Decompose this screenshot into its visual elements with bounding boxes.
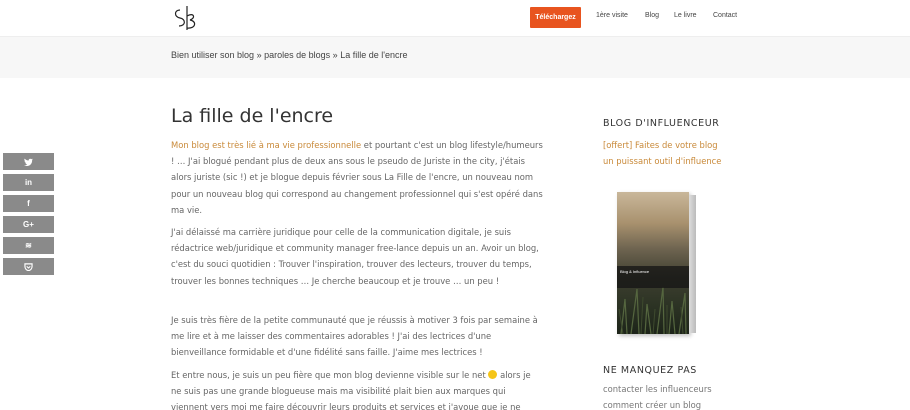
site-logo[interactable] — [170, 2, 204, 34]
sidebar-link[interactable]: comment créer un blog — [603, 400, 701, 410]
sidebar-heading: BLOG D'INFLUENCEUR — [603, 118, 720, 129]
paragraph-text: Et entre nous, je suis un peu fière que … — [171, 370, 489, 380]
facebook-icon: f — [27, 199, 30, 208]
ebook-pages — [689, 195, 696, 333]
breadcrumb-band — [0, 36, 910, 78]
article-title: La fille de l'encre — [171, 105, 334, 127]
linkedin-icon: in — [24, 178, 33, 187]
article-paragraph: Mon blog est très lié à ma vie professio… — [171, 137, 543, 218]
facebook-share-button[interactable]: f — [3, 195, 54, 212]
googleplus-share-button[interactable]: G+ — [3, 216, 54, 233]
article-paragraph: J'ai délaissé ma carrière juridique pour… — [171, 227, 539, 286]
nav-contact[interactable]: Contact — [713, 12, 737, 19]
buffer-share-button[interactable]: ≋ — [3, 237, 54, 254]
twitter-icon — [24, 158, 33, 166]
logo-icon — [174, 6, 196, 30]
offer-link[interactable]: [offert] Faites de votre blog — [603, 137, 718, 153]
breadcrumb: Bien utiliser son blog » paroles de blog… — [171, 50, 407, 60]
sidebar-heading: NE MANQUEZ PAS — [603, 365, 697, 376]
breadcrumb-item-current: La fille de l'encre — [340, 50, 408, 60]
nav-first-visit[interactable]: 1ère visite — [596, 12, 628, 19]
breadcrumb-item-category[interactable]: paroles de blogs — [264, 50, 330, 60]
paragraph-text: et pourtant c'est un blog lifestyle/hume… — [171, 140, 543, 215]
linkedin-share-button[interactable]: in — [3, 174, 54, 191]
pocket-icon — [24, 262, 33, 271]
article-paragraph: Je suis très fière de la petite communau… — [171, 315, 538, 358]
breadcrumb-separator: » — [256, 50, 262, 60]
buffer-icon: ≋ — [25, 241, 32, 250]
offer-link[interactable]: un puissant outil d'influence — [603, 153, 721, 169]
ebook-front: Blog & Influence — [617, 192, 689, 334]
breadcrumb-separator: » — [332, 50, 338, 60]
sidebar-link[interactable]: contacter les influenceurs — [603, 384, 712, 394]
nav-blog[interactable]: Blog — [645, 12, 659, 19]
social-share-bar: in f G+ ≋ — [3, 153, 54, 279]
download-button[interactable]: Téléchargez — [530, 7, 581, 28]
twitter-share-button[interactable] — [3, 153, 54, 170]
breadcrumb-item-blog[interactable]: Bien utiliser son blog — [171, 50, 254, 60]
pocket-share-button[interactable] — [3, 258, 54, 275]
ebook-title: Blog & Influence — [620, 269, 650, 274]
ebook-cover[interactable]: Blog & Influence — [617, 192, 696, 334]
ebook-title-band: Blog & Influence — [617, 266, 689, 288]
inline-link[interactable]: Mon blog est très lié à ma vie professio… — [171, 140, 361, 150]
nav-book[interactable]: Le livre — [674, 12, 697, 19]
article-paragraph: Et entre nous, je suis un peu fière que … — [171, 367, 543, 410]
googleplus-icon: G+ — [23, 220, 34, 229]
site-header: Téléchargez 1ère visite Blog Le livre Co… — [0, 0, 910, 36]
